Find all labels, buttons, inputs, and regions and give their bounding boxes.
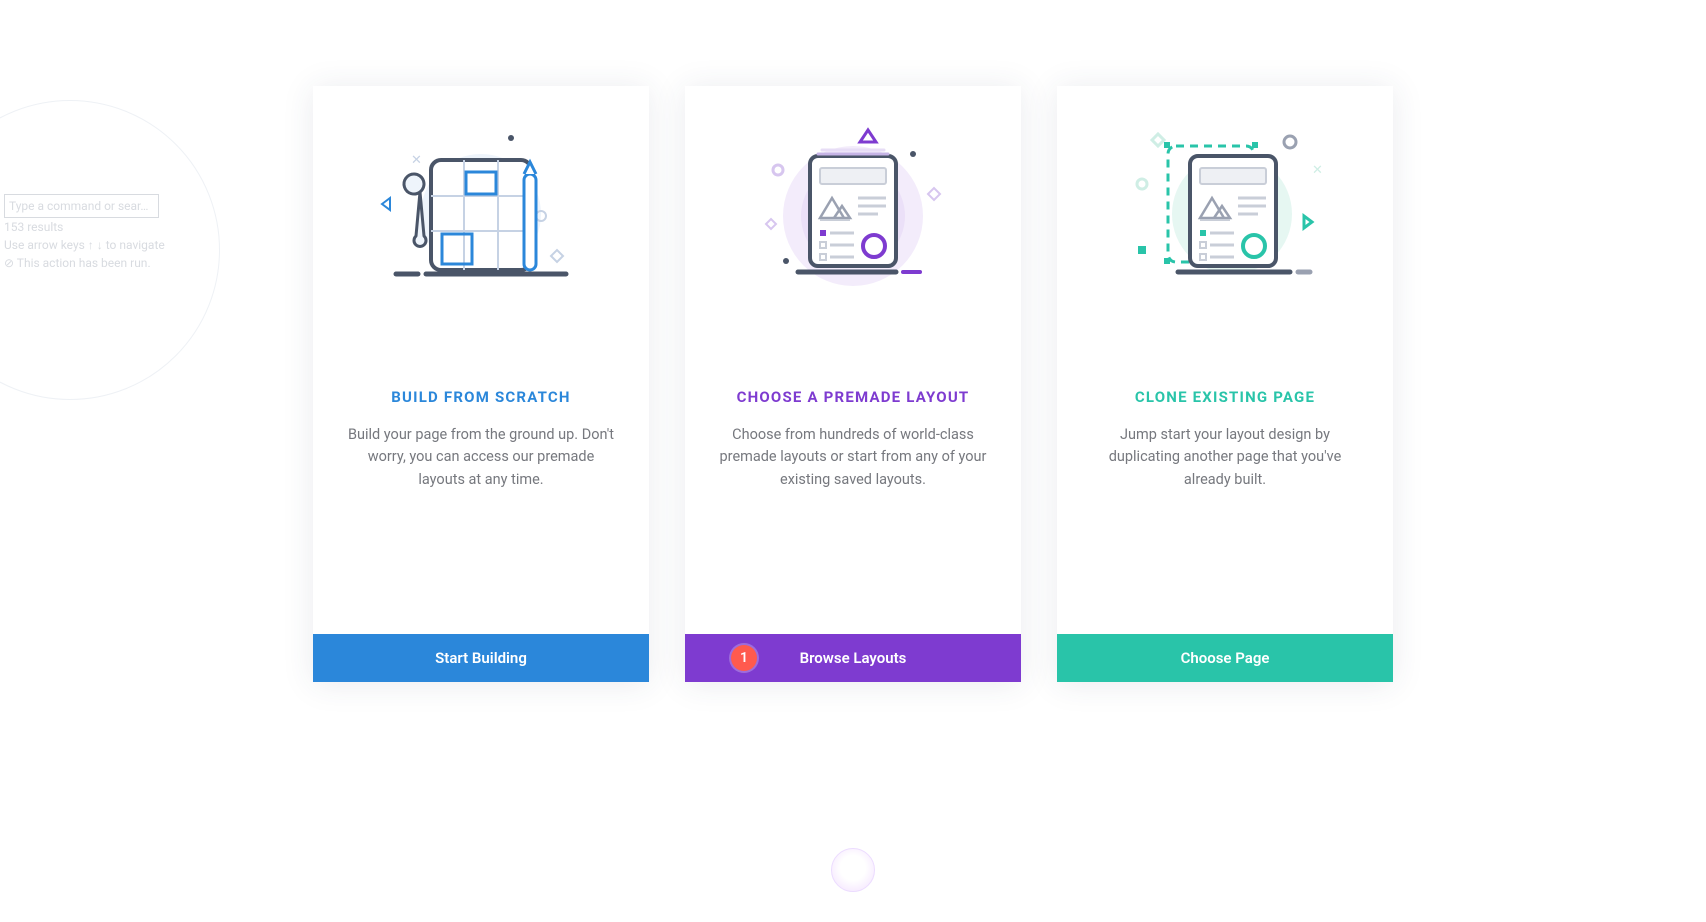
card-title: CHOOSE A PREMADE LAYOUT [685, 346, 1021, 406]
scratch-illustration-icon: ✕ [376, 126, 586, 306]
illustration-build-from-scratch: ✕ [313, 86, 649, 346]
bottom-accent-circle [831, 848, 875, 892]
card-title: CLONE EXISTING PAGE [1057, 346, 1393, 406]
start-building-button[interactable]: Start Building [313, 634, 649, 682]
card-title: BUILD FROM SCRATCH [313, 346, 649, 406]
svg-text:✕: ✕ [411, 153, 422, 168]
choose-page-button[interactable]: Choose Page [1057, 634, 1393, 682]
illustration-premade-layout [685, 86, 1021, 346]
card-description: Choose from hundreds of world-class prem… [685, 406, 1021, 491]
button-label: Start Building [435, 649, 527, 667]
svg-text:✕: ✕ [1312, 163, 1323, 178]
clone-illustration-icon: ✕ [1120, 126, 1330, 306]
card-build-from-scratch: ✕ BUILD FROM [313, 86, 649, 682]
card-description: Jump start your layout design by duplica… [1057, 406, 1393, 491]
option-cards-row: ✕ BUILD FROM [0, 0, 1706, 722]
premade-illustration-icon [748, 126, 958, 306]
card-choose-premade-layout: CHOOSE A PREMADE LAYOUT Choose from hund… [685, 86, 1021, 682]
button-label: Browse Layouts [800, 649, 907, 667]
card-description: Build your page from the ground up. Don'… [313, 406, 649, 491]
browse-layouts-button[interactable]: 1 Browse Layouts [685, 634, 1021, 682]
illustration-clone-page: ✕ [1057, 86, 1393, 346]
step-1-badge: 1 [731, 645, 757, 671]
card-clone-existing-page: ✕ [1057, 86, 1393, 682]
button-label: Choose Page [1181, 649, 1270, 667]
